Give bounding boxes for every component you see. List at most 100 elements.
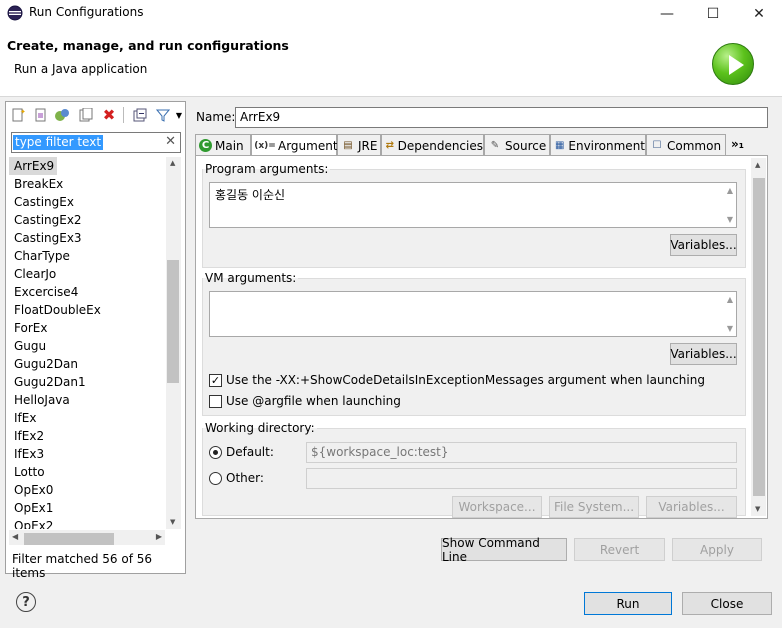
program-arguments-value: 홍길동 이순신 bbox=[215, 188, 286, 202]
workspace-button[interactable]: Workspace... bbox=[452, 496, 542, 518]
other-directory-field[interactable] bbox=[306, 468, 737, 489]
maximize-button[interactable]: ☐ bbox=[690, 0, 736, 27]
window-title: Run Configurations bbox=[29, 5, 144, 19]
default-directory-label: Default: bbox=[226, 445, 274, 459]
list-item[interactable]: HelloJava bbox=[9, 391, 165, 409]
tab-source-label: Source bbox=[505, 138, 547, 153]
vm-arguments-textarea[interactable]: ▲ ▼ bbox=[209, 291, 737, 337]
list-item[interactable]: Lotto bbox=[9, 463, 165, 481]
close-window-button[interactable]: ✕ bbox=[736, 0, 782, 27]
tab-common[interactable]: ☐ Common bbox=[646, 134, 726, 156]
argfile-checkbox-label: Use @argfile when launching bbox=[226, 394, 401, 408]
list-item-label: ArrEx9 bbox=[9, 157, 58, 175]
list-item[interactable]: ForEx bbox=[9, 319, 165, 337]
scroll-up-icon[interactable]: ▲ bbox=[170, 159, 175, 167]
collapse-all-icon[interactable] bbox=[132, 107, 148, 123]
view-menu-icon[interactable]: ▼ bbox=[174, 107, 184, 123]
environment-tab-icon: ▦ bbox=[554, 140, 565, 151]
filter-status: Filter matched 56 of 56 items bbox=[12, 552, 153, 580]
vm-textarea-scroll-up-icon[interactable]: ▲ bbox=[727, 295, 733, 304]
panel-scroll-down-icon[interactable]: ▼ bbox=[755, 505, 760, 513]
list-item[interactable]: OpEx1 bbox=[9, 499, 165, 517]
list-item-label: IfEx3 bbox=[14, 447, 45, 461]
textarea-scroll-up-icon[interactable]: ▲ bbox=[727, 186, 733, 195]
tabs-overflow-button[interactable]: »₁ bbox=[731, 137, 744, 151]
run-button[interactable]: Run bbox=[584, 592, 672, 615]
common-tab-icon: ☐ bbox=[652, 140, 662, 151]
vm-arguments-variables-button[interactable]: Variables... bbox=[670, 343, 737, 365]
revert-button[interactable]: Revert bbox=[574, 538, 665, 561]
list-horizontal-scroll-thumb[interactable] bbox=[24, 533, 114, 545]
help-icon[interactable]: ? bbox=[16, 592, 36, 612]
close-button[interactable]: Close bbox=[682, 592, 772, 615]
tab-arguments[interactable]: (x)= Arguments bbox=[251, 134, 344, 157]
delete-icon[interactable]: ✖ bbox=[101, 106, 117, 124]
clear-filter-icon[interactable]: ✕ bbox=[165, 134, 176, 149]
list-item[interactable]: CharType bbox=[9, 247, 165, 265]
working-directory-variables-button[interactable]: Variables... bbox=[646, 496, 737, 518]
list-item[interactable]: IfEx bbox=[9, 409, 165, 427]
list-item-label: FloatDoubleEx bbox=[14, 303, 101, 317]
tab-main[interactable]: C Main bbox=[195, 134, 251, 156]
tab-environment[interactable]: ▦ Environment bbox=[550, 134, 646, 156]
header-title: Create, manage, and run configurations bbox=[7, 38, 289, 53]
list-item[interactable]: Gugu bbox=[9, 337, 165, 355]
main-tab-icon: C bbox=[199, 139, 212, 152]
list-item[interactable]: CastingEx2 bbox=[9, 211, 165, 229]
tab-common-label: Common bbox=[667, 138, 722, 153]
close-icon: ✕ bbox=[753, 5, 765, 22]
list-item[interactable]: Excercise4 bbox=[9, 283, 165, 301]
filter-input[interactable]: type filter text ✕ bbox=[11, 132, 181, 153]
list-vertical-scroll-thumb[interactable] bbox=[167, 260, 179, 383]
source-tab-icon: ✎ bbox=[490, 140, 500, 151]
default-directory-radio[interactable] bbox=[209, 446, 222, 459]
scroll-down-icon[interactable]: ▼ bbox=[170, 518, 175, 526]
file-system-button[interactable]: File System... bbox=[549, 496, 639, 518]
list-item[interactable]: CastingEx bbox=[9, 193, 165, 211]
new-config-icon[interactable]: ✦ bbox=[10, 107, 26, 123]
other-directory-radio[interactable] bbox=[209, 472, 222, 485]
textarea-scroll-down-icon[interactable]: ▼ bbox=[727, 215, 733, 224]
list-item[interactable]: Gugu2Dan bbox=[9, 355, 165, 373]
list-item[interactable]: OpEx2 bbox=[9, 517, 165, 529]
tab-main-label: Main bbox=[215, 138, 244, 153]
panel-vertical-scroll-thumb[interactable] bbox=[753, 178, 765, 496]
scroll-right-icon[interactable]: ▶ bbox=[156, 532, 162, 541]
tab-source[interactable]: ✎ Source bbox=[484, 134, 550, 156]
list-item[interactable]: ArrEx9 bbox=[9, 157, 165, 175]
new-prototype-icon[interactable] bbox=[33, 107, 49, 123]
list-item-label: IfEx bbox=[14, 411, 37, 425]
list-item[interactable]: Gugu2Dan1 bbox=[9, 373, 165, 391]
list-item[interactable]: IfEx2 bbox=[9, 427, 165, 445]
config-tree-pane: ✦ ✖ ▼ type filter text ✕ ArrEx9 BreakEx Ca… bbox=[5, 101, 186, 580]
program-arguments-textarea[interactable]: 홍길동 이순신 ▲ ▼ bbox=[209, 182, 737, 228]
vm-textarea-scroll-down-icon[interactable]: ▼ bbox=[727, 324, 733, 333]
list-item[interactable]: OpEx0 bbox=[9, 481, 165, 499]
dependencies-tab-icon: ⇄ bbox=[385, 140, 394, 151]
tab-jre[interactable]: ▤ JRE bbox=[337, 134, 381, 156]
list-item[interactable]: IfEx3 bbox=[9, 445, 165, 463]
working-directory-label: Working directory: bbox=[205, 421, 315, 435]
list-item[interactable]: BreakEx bbox=[9, 175, 165, 193]
list-item-label: CastingEx2 bbox=[14, 213, 82, 227]
tab-jre-label: JRE bbox=[358, 138, 378, 153]
minimize-button[interactable]: — bbox=[644, 0, 690, 27]
filter-icon[interactable] bbox=[155, 107, 171, 123]
panel-scroll-up-icon[interactable]: ▲ bbox=[755, 161, 760, 169]
program-arguments-variables-button[interactable]: Variables... bbox=[670, 234, 737, 256]
duplicate-icon[interactable] bbox=[54, 107, 70, 123]
apply-button[interactable]: Apply bbox=[672, 538, 762, 561]
list-item[interactable]: CastingEx3 bbox=[9, 229, 165, 247]
name-field[interactable]: ArrEx9 bbox=[235, 107, 768, 128]
list-item[interactable]: FloatDoubleEx bbox=[9, 301, 165, 319]
showcode-checkbox[interactable]: ✓ bbox=[209, 374, 222, 387]
export-icon[interactable] bbox=[78, 107, 94, 123]
show-command-line-button[interactable]: Show Command Line bbox=[441, 536, 567, 564]
argfile-checkbox[interactable] bbox=[209, 395, 222, 408]
tab-arguments-label: Arguments bbox=[278, 139, 344, 153]
toolbar-separator bbox=[123, 107, 124, 123]
list-item-label: OpEx2 bbox=[14, 519, 54, 529]
list-item[interactable]: ClearJo bbox=[9, 265, 165, 283]
tab-dependencies[interactable]: ⇄ Dependencies bbox=[381, 134, 484, 156]
scroll-left-icon[interactable]: ◀ bbox=[12, 532, 18, 541]
